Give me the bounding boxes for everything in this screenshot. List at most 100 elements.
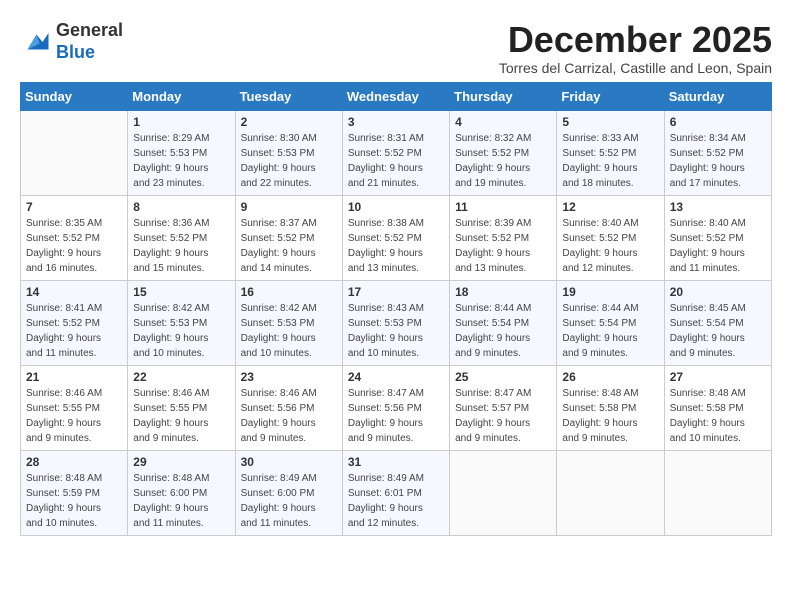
calendar-cell: 16 Sunrise: 8:42 AMSunset: 5:53 PMDayligh… [235, 280, 342, 365]
calendar-cell: 19 Sunrise: 8:44 AMSunset: 5:54 PMDayligh… [557, 280, 664, 365]
calendar-cell: 28 Sunrise: 8:48 AMSunset: 5:59 PMDayligh… [21, 450, 128, 535]
day-number: 28 [26, 455, 122, 469]
day-number: 13 [670, 200, 766, 214]
day-info: Sunrise: 8:46 AMSunset: 5:55 PMDaylight:… [133, 386, 229, 446]
calendar-week-row: 1 Sunrise: 8:29 AMSunset: 5:53 PMDaylight… [21, 110, 772, 195]
location-subtitle: Torres del Carrizal, Castille and Leon, … [499, 60, 772, 76]
day-number: 5 [562, 115, 658, 129]
day-info: Sunrise: 8:49 AMSunset: 6:00 PMDaylight:… [241, 471, 337, 531]
day-info: Sunrise: 8:46 AMSunset: 5:55 PMDaylight:… [26, 386, 122, 446]
calendar-cell: 21 Sunrise: 8:46 AMSunset: 5:55 PMDayligh… [21, 365, 128, 450]
calendar-cell: 6 Sunrise: 8:34 AMSunset: 5:52 PMDaylight… [664, 110, 771, 195]
calendar-cell: 25 Sunrise: 8:47 AMSunset: 5:57 PMDayligh… [450, 365, 557, 450]
day-info: Sunrise: 8:34 AMSunset: 5:52 PMDaylight:… [670, 131, 766, 191]
day-number: 15 [133, 285, 229, 299]
day-number: 1 [133, 115, 229, 129]
calendar-cell: 24 Sunrise: 8:47 AMSunset: 5:56 PMDayligh… [342, 365, 449, 450]
day-number: 7 [26, 200, 122, 214]
day-number: 2 [241, 115, 337, 129]
day-info: Sunrise: 8:47 AMSunset: 5:56 PMDaylight:… [348, 386, 444, 446]
day-info: Sunrise: 8:40 AMSunset: 5:52 PMDaylight:… [670, 216, 766, 276]
day-number: 4 [455, 115, 551, 129]
calendar-cell: 29Sunrise: 8:48 AMSunset: 6:00 PMDayligh… [128, 450, 235, 535]
column-header-sunday: Sunday [21, 82, 128, 110]
column-header-thursday: Thursday [450, 82, 557, 110]
calendar-week-row: 28 Sunrise: 8:48 AMSunset: 5:59 PMDayligh… [21, 450, 772, 535]
calendar-cell: 7 Sunrise: 8:35 AMSunset: 5:52 PMDaylight… [21, 195, 128, 280]
day-number: 10 [348, 200, 444, 214]
day-info: Sunrise: 8:29 AMSunset: 5:53 PMDaylight:… [133, 131, 229, 191]
day-number: 9 [241, 200, 337, 214]
calendar-cell: 1 Sunrise: 8:29 AMSunset: 5:53 PMDaylight… [128, 110, 235, 195]
month-title: December 2025 [499, 20, 772, 60]
calendar-cell: 5 Sunrise: 8:33 AMSunset: 5:52 PMDaylight… [557, 110, 664, 195]
day-info: Sunrise: 8:31 AMSunset: 5:52 PMDaylight:… [348, 131, 444, 191]
logo-bird-icon [20, 27, 50, 57]
calendar-cell: 9 Sunrise: 8:37 AMSunset: 5:52 PMDaylight… [235, 195, 342, 280]
calendar-cell: 2 Sunrise: 8:30 AMSunset: 5:53 PMDaylight… [235, 110, 342, 195]
day-number: 12 [562, 200, 658, 214]
day-number: 8 [133, 200, 229, 214]
column-header-monday: Monday [128, 82, 235, 110]
day-info: Sunrise: 8:43 AMSunset: 5:53 PMDaylight:… [348, 301, 444, 361]
day-info: Sunrise: 8:38 AMSunset: 5:52 PMDaylight:… [348, 216, 444, 276]
calendar-cell: 30 Sunrise: 8:49 AMSunset: 6:00 PMDayligh… [235, 450, 342, 535]
calendar-week-row: 21 Sunrise: 8:46 AMSunset: 5:55 PMDayligh… [21, 365, 772, 450]
day-info: Sunrise: 8:46 AMSunset: 5:56 PMDaylight:… [241, 386, 337, 446]
day-info: Sunrise: 8:44 AMSunset: 5:54 PMDaylight:… [562, 301, 658, 361]
day-info: Sunrise: 8:40 AMSunset: 5:52 PMDaylight:… [562, 216, 658, 276]
page-header: General Blue December 2025 Torres del Ca… [20, 20, 772, 76]
day-info: Sunrise: 8:45 AMSunset: 5:54 PMDaylight:… [670, 301, 766, 361]
logo-text: General Blue [56, 20, 123, 63]
day-number: 31 [348, 455, 444, 469]
day-number: 27 [670, 370, 766, 384]
calendar-cell: 20Sunrise: 8:45 AMSunset: 5:54 PMDayligh… [664, 280, 771, 365]
calendar-cell: 31 Sunrise: 8:49 AMSunset: 6:01 PMDayligh… [342, 450, 449, 535]
day-info: Sunrise: 8:47 AMSunset: 5:57 PMDaylight:… [455, 386, 551, 446]
calendar-cell [450, 450, 557, 535]
day-number: 14 [26, 285, 122, 299]
day-info: Sunrise: 8:42 AMSunset: 5:53 PMDaylight:… [241, 301, 337, 361]
calendar-cell: 18 Sunrise: 8:44 AMSunset: 5:54 PMDayligh… [450, 280, 557, 365]
day-info: Sunrise: 8:33 AMSunset: 5:52 PMDaylight:… [562, 131, 658, 191]
day-number: 17 [348, 285, 444, 299]
day-number: 3 [348, 115, 444, 129]
calendar-cell: 23Sunrise: 8:46 AMSunset: 5:56 PMDayligh… [235, 365, 342, 450]
calendar-cell: 8Sunrise: 8:36 AMSunset: 5:52 PMDaylight… [128, 195, 235, 280]
calendar-cell [664, 450, 771, 535]
calendar-cell: 17 Sunrise: 8:43 AMSunset: 5:53 PMDayligh… [342, 280, 449, 365]
day-info: Sunrise: 8:32 AMSunset: 5:52 PMDaylight:… [455, 131, 551, 191]
day-info: Sunrise: 8:48 AMSunset: 5:58 PMDaylight:… [562, 386, 658, 446]
day-info: Sunrise: 8:41 AMSunset: 5:52 PMDaylight:… [26, 301, 122, 361]
day-info: Sunrise: 8:35 AMSunset: 5:52 PMDaylight:… [26, 216, 122, 276]
day-info: Sunrise: 8:49 AMSunset: 6:01 PMDaylight:… [348, 471, 444, 531]
day-number: 18 [455, 285, 551, 299]
day-info: Sunrise: 8:37 AMSunset: 5:52 PMDaylight:… [241, 216, 337, 276]
day-info: Sunrise: 8:48 AMSunset: 5:59 PMDaylight:… [26, 471, 122, 531]
day-number: 25 [455, 370, 551, 384]
day-number: 22 [133, 370, 229, 384]
day-number: 19 [562, 285, 658, 299]
day-number: 11 [455, 200, 551, 214]
calendar-table: SundayMondayTuesdayWednesdayThursdayFrid… [20, 82, 772, 536]
day-info: Sunrise: 8:42 AMSunset: 5:53 PMDaylight:… [133, 301, 229, 361]
calendar-week-row: 14 Sunrise: 8:41 AMSunset: 5:52 PMDayligh… [21, 280, 772, 365]
day-info: Sunrise: 8:44 AMSunset: 5:54 PMDaylight:… [455, 301, 551, 361]
column-header-wednesday: Wednesday [342, 82, 449, 110]
calendar-cell: 10 Sunrise: 8:38 AMSunset: 5:52 PMDayligh… [342, 195, 449, 280]
calendar-cell: 13 Sunrise: 8:40 AMSunset: 5:52 PMDayligh… [664, 195, 771, 280]
calendar-cell: 22 Sunrise: 8:46 AMSunset: 5:55 PMDayligh… [128, 365, 235, 450]
day-number: 26 [562, 370, 658, 384]
day-info: Sunrise: 8:30 AMSunset: 5:53 PMDaylight:… [241, 131, 337, 191]
calendar-header-row: SundayMondayTuesdayWednesdayThursdayFrid… [21, 82, 772, 110]
day-number: 21 [26, 370, 122, 384]
day-number: 6 [670, 115, 766, 129]
day-number: 30 [241, 455, 337, 469]
day-number: 24 [348, 370, 444, 384]
calendar-week-row: 7 Sunrise: 8:35 AMSunset: 5:52 PMDaylight… [21, 195, 772, 280]
calendar-cell: 27Sunrise: 8:48 AMSunset: 5:58 PMDayligh… [664, 365, 771, 450]
day-number: 16 [241, 285, 337, 299]
column-header-friday: Friday [557, 82, 664, 110]
calendar-cell: 15 Sunrise: 8:42 AMSunset: 5:53 PMDayligh… [128, 280, 235, 365]
title-block: December 2025 Torres del Carrizal, Casti… [499, 20, 772, 76]
